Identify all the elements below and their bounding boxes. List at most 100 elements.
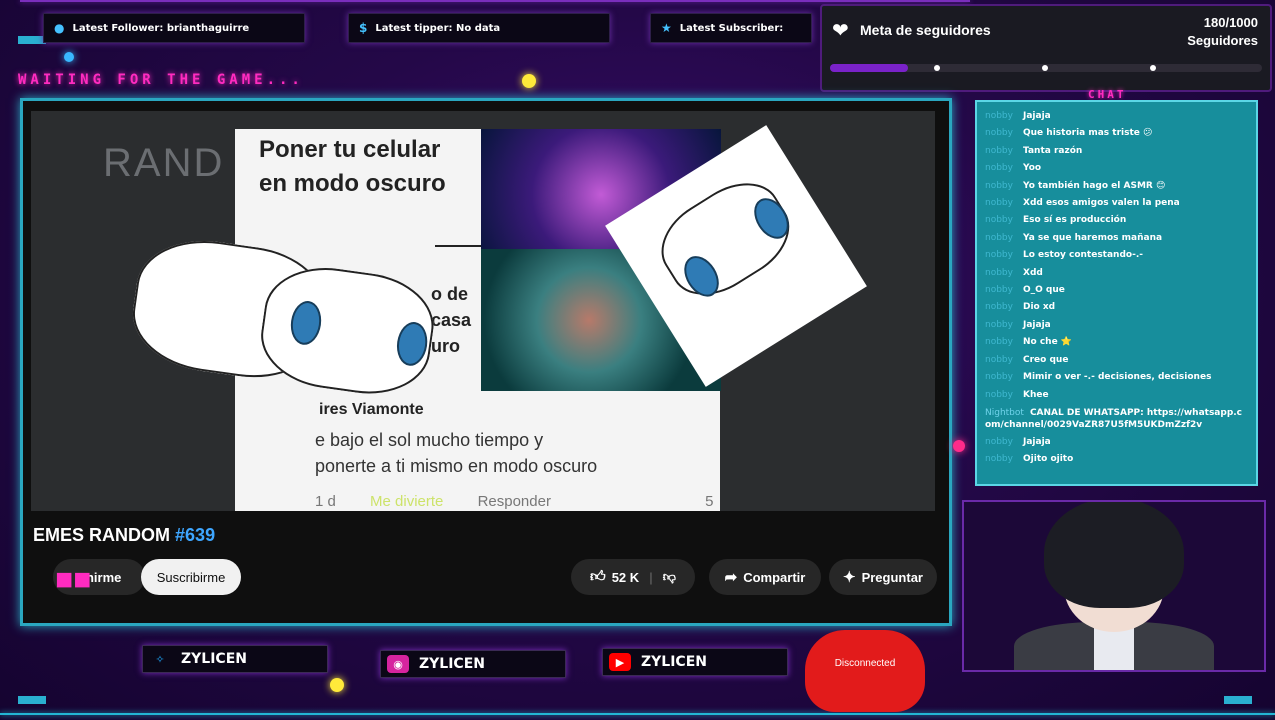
corner-tag-bottom-left xyxy=(18,696,46,704)
chat-message: nobby Yo también hago el ASMR 😊 xyxy=(977,178,1256,195)
instagram-handle-bar[interactable]: ◉ ZYLICEN xyxy=(380,650,566,678)
twitter-handle-bar[interactable]: ✧ ZYLICEN xyxy=(142,645,328,673)
chat-message: nobby Ya se que haremos mañana xyxy=(977,230,1256,247)
watermark-text: RAND xyxy=(103,141,225,185)
user-icon: ● xyxy=(54,21,65,35)
chat-text: Jajaja xyxy=(1023,111,1051,121)
like-count: 52 K xyxy=(611,569,640,585)
chat-text: Ya se que haremos mañana xyxy=(1023,232,1163,243)
instagram-icon: ◉ xyxy=(387,655,409,673)
thumbs-down-icon[interactable]: 👎︎ xyxy=(663,569,676,585)
chat-username[interactable]: nobby xyxy=(985,352,1013,369)
heart-icon: ❤ xyxy=(832,20,849,42)
share-icon: ➦ xyxy=(724,569,738,586)
chat-username[interactable]: nobby xyxy=(985,282,1013,299)
share-label: Compartir xyxy=(743,569,806,585)
progress-marker xyxy=(1042,65,1048,71)
chat-text: Dio xd xyxy=(1023,302,1056,313)
top-frame-line xyxy=(20,0,970,2)
youtube-handle: ZYLICEN xyxy=(641,654,707,670)
chat-username[interactable]: nobby xyxy=(985,334,1013,351)
chat-message-list: nobby Jajaja nobby Que historia mas triste … xyxy=(977,102,1256,469)
chat-message: nobby Tanta razón xyxy=(977,143,1256,160)
chat-text: Lo estoy contestando-.- xyxy=(1023,250,1143,261)
chat-text: Que historia mas triste 😕 xyxy=(1023,128,1153,139)
chat-text: Eso sí es producción xyxy=(1023,215,1127,226)
chat-message: nobby Jajaja xyxy=(977,317,1256,334)
video-frame: RAND Poner tu celular en modo oscuro o d… xyxy=(20,98,952,626)
video-title-number: #639 xyxy=(175,525,216,545)
chat-message: nobby Yoo xyxy=(977,160,1256,177)
chat-username[interactable]: nobby xyxy=(985,451,1013,468)
subscribe-button-label: Suscribirme xyxy=(156,569,226,585)
chat-username[interactable]: nobby xyxy=(985,108,1013,125)
chat-message: nobby Creo que xyxy=(977,352,1256,369)
instagram-handle: ZYLICEN xyxy=(419,656,485,672)
chat-text: Yoo xyxy=(1023,163,1042,174)
ask-button[interactable]: ✦ Preguntar xyxy=(829,559,937,595)
chat-username[interactable]: nobby xyxy=(985,317,1013,334)
chat-message: nobby Ojito ojito xyxy=(977,451,1256,468)
youtube-icon: ▶ xyxy=(609,653,631,671)
dollar-icon: $ xyxy=(359,21,368,35)
thumbs-up-icon[interactable]: 👍︎ xyxy=(590,568,606,586)
chat-username[interactable]: nobby xyxy=(985,247,1013,264)
chat-username[interactable]: nobby xyxy=(985,212,1013,229)
chat-username[interactable]: nobby xyxy=(985,230,1013,247)
chat-message: nobby Lo estoy contestando-.- xyxy=(977,247,1256,264)
chat-message: nobby Khee xyxy=(977,387,1256,404)
twitter-handle: ZYLICEN xyxy=(181,651,247,667)
glow-dot xyxy=(64,52,74,62)
chat-username[interactable]: nobby xyxy=(985,160,1013,177)
goal-progress-track xyxy=(830,64,1262,72)
chat-text: Jajaja xyxy=(1023,319,1051,330)
chat-text: Creo que xyxy=(1023,354,1069,365)
chat-message: nobby Xdd xyxy=(977,265,1256,282)
chat-panel: nobby Jajaja nobby Que historia mas triste … xyxy=(975,100,1258,486)
controller-status: Disconnected xyxy=(834,658,896,669)
chat-text: Tanta razón xyxy=(1023,145,1083,156)
sparkle-icon: ✦ xyxy=(843,569,856,586)
latest-subscriber-text: Latest Subscriber: xyxy=(679,22,784,34)
comment-reply-link[interactable]: Responder xyxy=(478,493,551,510)
chat-message: nobby Eso sí es producción xyxy=(977,212,1256,229)
divider: | xyxy=(649,569,653,585)
chat-text: Yo también hago el ASMR 😊 xyxy=(1023,180,1166,191)
chat-username[interactable]: nobby xyxy=(985,369,1013,386)
chat-username[interactable]: nobby xyxy=(985,125,1013,142)
latest-tipper-bar: $ Latest tipper: No data xyxy=(348,13,610,43)
chat-username[interactable]: nobby xyxy=(985,434,1013,451)
chat-text: Ojito ojito xyxy=(1023,454,1074,465)
chat-text: Xdd esos amigos valen la pena xyxy=(1023,198,1180,209)
chat-username[interactable]: nobby xyxy=(985,299,1013,316)
cartoon-eyes-left xyxy=(99,189,456,453)
chat-username[interactable]: nobby xyxy=(985,143,1013,160)
goal-progress-fill xyxy=(830,64,908,72)
corner-tag-left xyxy=(18,36,46,44)
goal-title: Meta de seguidores xyxy=(860,22,991,38)
chat-username[interactable]: nobby xyxy=(985,195,1013,212)
goal-count-unit: Seguidores xyxy=(1187,33,1258,48)
ask-label: Preguntar xyxy=(861,569,923,585)
progress-marker xyxy=(934,65,940,71)
chat-username[interactable]: nobby xyxy=(985,265,1013,282)
corner-tag-bottom-right xyxy=(1224,696,1252,704)
chat-message: nobby Que historia mas triste 😕 xyxy=(977,125,1256,142)
comment-fun-link[interactable]: Me divierte xyxy=(370,493,443,510)
comment-reactions: 5 xyxy=(705,493,714,510)
chat-username[interactable]: nobby xyxy=(985,387,1013,404)
controller-widget: Disconnected xyxy=(805,630,925,712)
share-button[interactable]: ➦ Compartir xyxy=(709,559,821,595)
waiting-banner: WAITING FOR THE GAME... xyxy=(18,72,304,88)
youtube-handle-bar[interactable]: ▶ ZYLICEN xyxy=(602,648,788,676)
chat-username[interactable]: nobby xyxy=(985,178,1013,195)
chat-message-whatsapp: Nightbot CANAL DE WHATSAPP: https://whats… xyxy=(977,404,1256,434)
goal-count: 180/1000 Seguidores xyxy=(1187,14,1258,50)
video-player[interactable]: RAND Poner tu celular en modo oscuro o d… xyxy=(31,111,935,511)
comment-time: 1 d xyxy=(315,493,336,510)
latest-follower-bar: ● Latest Follower: brianthaguirre xyxy=(43,13,305,43)
chat-message: nobby Jajaja xyxy=(977,434,1256,451)
glow-dot xyxy=(522,74,536,88)
chat-username[interactable]: Nightbot xyxy=(985,408,1024,418)
subscribe-button[interactable]: Suscribirme xyxy=(141,559,241,595)
